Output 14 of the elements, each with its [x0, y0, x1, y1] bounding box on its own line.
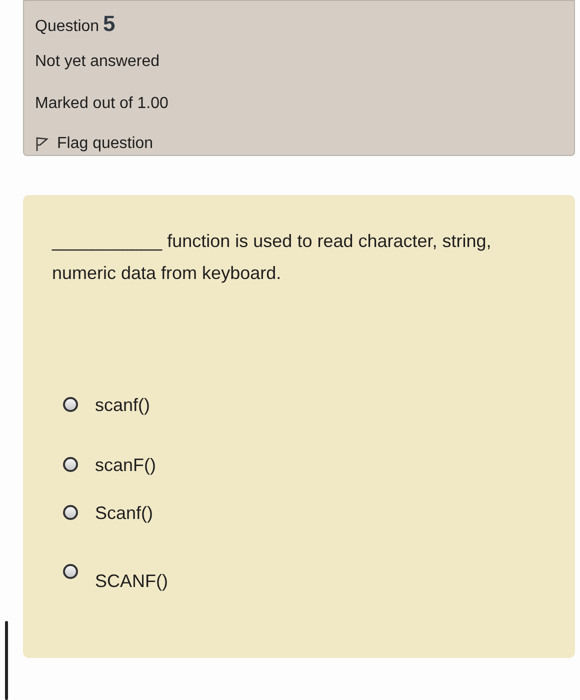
flag-question-link[interactable]: Flag question	[35, 132, 154, 156]
option-label[interactable]: scanF()	[95, 452, 156, 478]
question-number: 5	[103, 10, 116, 38]
option-label[interactable]: SCANF()	[95, 568, 168, 594]
status-text: Not yet answered	[35, 52, 161, 72]
option-label[interactable]: scanf()	[95, 392, 150, 418]
radio-button[interactable]	[63, 564, 78, 579]
option-label[interactable]: Scanf()	[95, 500, 154, 526]
radio-button[interactable]	[63, 505, 78, 520]
radio-button[interactable]	[63, 397, 78, 412]
radio-button[interactable]	[63, 457, 78, 472]
marks-text: Marked out of 1.00	[35, 94, 170, 114]
question-text: ___________ function is used to read character, string, numeric data from keyboard.	[52, 230, 492, 285]
question-label: Question	[35, 17, 100, 37]
